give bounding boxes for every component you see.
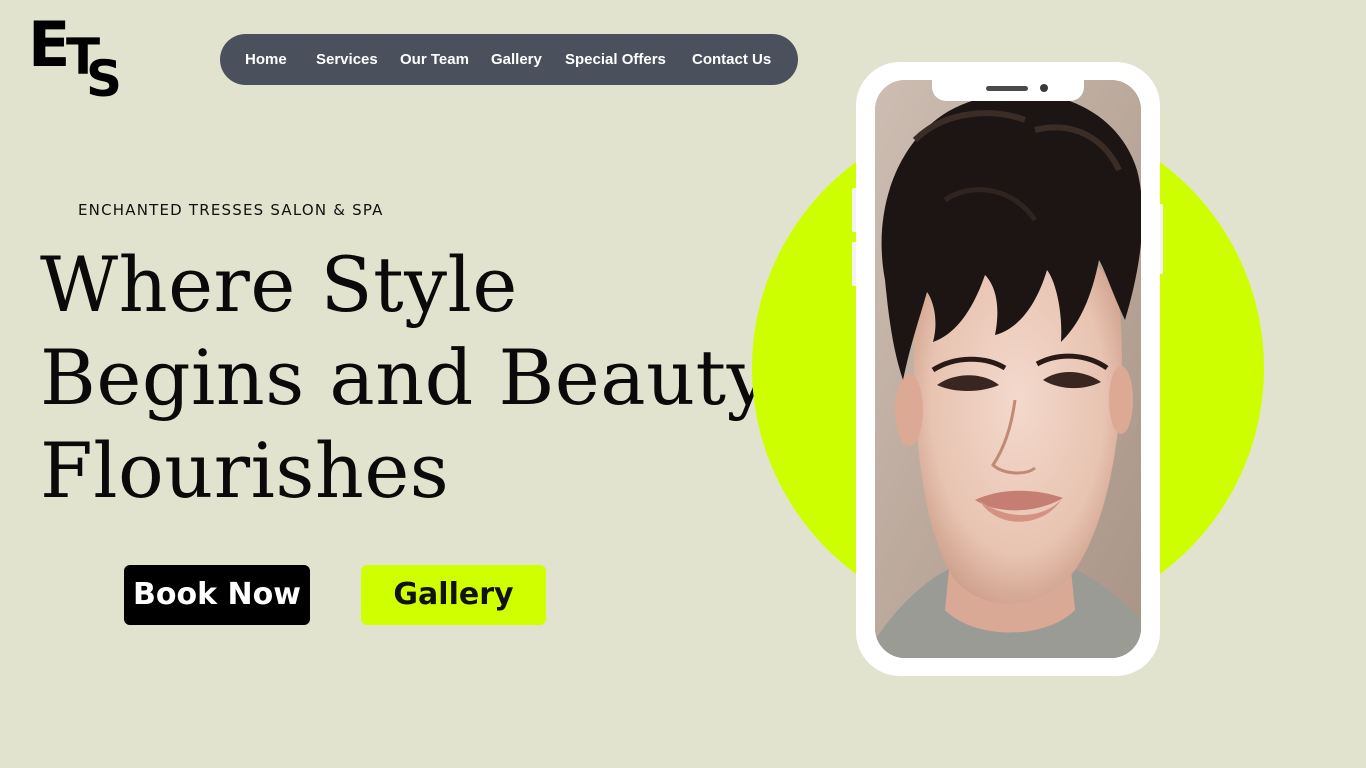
nav-services[interactable]: Services [316,34,378,85]
phone-speaker [986,86,1028,91]
portrait-illustration [875,80,1141,658]
phone-notch [932,62,1084,101]
nav-contact-us[interactable]: Contact Us [692,34,771,85]
nav-gallery[interactable]: Gallery [491,34,542,85]
nav-our-team[interactable]: Our Team [400,34,469,85]
book-now-button[interactable]: Book Now [124,565,310,625]
nav-special-offers[interactable]: Special Offers [565,34,666,85]
headline-line-2: Begins and Beauty [40,333,771,422]
headline-line-3: Flourishes [40,426,450,515]
brand-logo[interactable]: E T S [26,8,122,106]
phone-mockup [856,62,1160,676]
portrait-photo [875,80,1141,658]
brand-tagline: ENCHANTED TRESSES SALON & SPA [78,201,384,219]
headline-line-1: Where Style [40,240,518,329]
hero-headline: Where Style Begins and Beauty Flourishes [40,238,771,517]
phone-camera [1040,84,1048,92]
logo-letter-s: S [86,50,123,108]
nav-home[interactable]: Home [245,34,287,85]
gallery-button[interactable]: Gallery [361,565,546,625]
main-nav: Home Services Our Team Gallery Special O… [220,34,798,85]
logo-letter-e: E [28,8,70,81]
